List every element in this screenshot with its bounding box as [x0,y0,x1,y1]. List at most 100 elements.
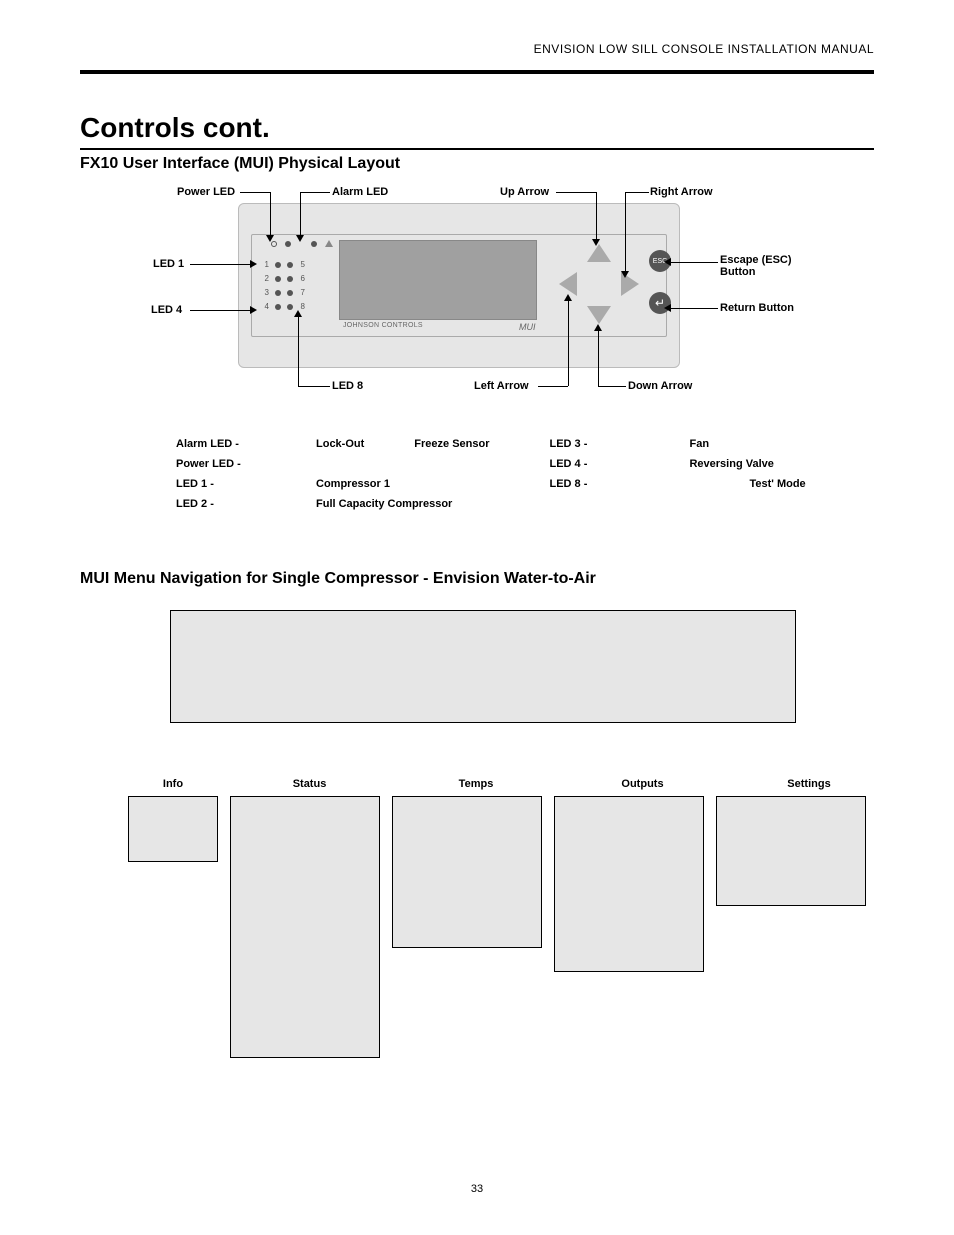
legend-value: Lock-Out [316,438,364,450]
up-arrow-icon[interactable] [587,244,611,262]
callout-line [598,330,599,386]
arrowhead-icon [664,304,671,312]
manual-header: ENVISION LOW SILL CONSOLE INSTALLATION M… [534,42,874,56]
section-title: Controls cont. [80,112,270,144]
nav-main-box [170,610,796,723]
menu-box-temps [392,796,542,948]
led-num: 1 [263,258,269,272]
legend-value: Reversing Valve [689,458,773,470]
legend-key: LED 8 - [549,478,639,490]
numbered-led-grid: 15 26 37 48 [263,258,305,314]
legend-key: LED 1 - [176,478,266,490]
legend-row: Alarm LED - Lock-Out Freeze Sensor [176,438,489,450]
header-rule [80,70,874,74]
callout-line [298,386,330,387]
legend-value: Fan [689,438,709,450]
brand-label: JOHNSON CONTROLS [343,322,423,329]
dpad [559,244,639,324]
callout-line [240,192,270,193]
arrowhead-icon [296,235,304,242]
callout-line [598,386,626,387]
arrowhead-icon [592,239,600,246]
callout-line [538,386,568,387]
callout-alarm-led: Alarm LED [332,186,388,198]
led-num: 5 [299,258,305,272]
callout-led1: LED 1 [153,258,184,270]
callout-line [670,262,718,263]
legend-key: Alarm LED - [176,438,266,450]
menu-boxes [128,796,884,1076]
arrowhead-icon [266,235,274,242]
callout-line [190,310,250,311]
led-num: 7 [299,286,305,300]
legend-value: Test' Mode [749,478,805,490]
led-num: 2 [263,272,269,286]
alarm-triangle-icon [325,240,333,247]
callout-line [670,308,718,309]
callout-line [298,316,299,386]
led-legend: Alarm LED - Lock-Out Freeze Sensor Power… [176,438,824,510]
callout-line [270,192,271,236]
led-num: 3 [263,286,269,300]
arrowhead-icon [250,306,257,314]
callout-line [625,192,626,272]
arrowhead-icon [664,258,671,266]
callout-led4: LED 4 [151,304,182,316]
callout-left-arrow: Left Arrow [474,380,529,392]
callout-line [556,192,596,193]
callout-led8: LED 8 [332,380,363,392]
callout-return: Return Button [720,302,794,314]
legend-key: Power LED - [176,458,266,470]
legend-value: Freeze Sensor [414,438,489,450]
callout-line [190,264,250,265]
legend-row: LED 8 - Test' Mode [549,478,805,490]
lcd-screen [339,240,537,320]
led-num: 4 [263,300,269,314]
callout-line [300,192,330,193]
legend-value: Compressor 1 [316,478,390,490]
callout-line [596,192,597,240]
legend-row: LED 1 - Compressor 1 [176,478,489,490]
arrowhead-icon [564,294,572,301]
legend-row: LED 4 - Reversing Valve [549,458,805,470]
menu-box-settings [716,796,866,906]
arrowhead-icon [621,271,629,278]
callout-power-led: Power LED [177,186,235,198]
mui-device-panel: 15 26 37 48 JOHNSON CONTROLS MUI ESC [238,203,680,368]
legend-row: Power LED - [176,458,489,470]
menu-box-outputs [554,796,704,972]
page-number: 33 [0,1183,954,1195]
callout-right-arrow: Right Arrow [650,186,713,198]
menu-label-outputs: Outputs [568,778,718,790]
mui-text: MUI [519,322,536,332]
alarm-led-dot-icon [311,241,317,247]
menu-label-status: Status [235,778,385,790]
legend-key: LED 4 - [549,458,639,470]
subsection-a: FX10 User Interface (MUI) Physical Layou… [80,155,400,173]
menu-box-status [230,796,380,1058]
callout-line [568,300,569,386]
callout-escape: Escape (ESC) Button [720,254,820,278]
subsection-b: MUI Menu Navigation for Single Compresso… [80,570,596,588]
callout-down-arrow: Down Arrow [628,380,692,392]
legend-key: LED 3 - [549,438,639,450]
callout-up-arrow: Up Arrow [500,186,549,198]
callout-line [300,192,301,236]
section-rule [80,148,874,150]
arrowhead-icon [594,324,602,331]
menu-label-temps: Temps [401,778,551,790]
legend-row: LED 2 - Full Capacity Compressor [176,498,489,510]
arrowhead-icon [294,310,302,317]
menu-box-info [128,796,218,862]
callout-line [625,192,649,193]
led-num: 6 [299,272,305,286]
legend-row: LED 3 - Fan [549,438,805,450]
menu-label-info: Info [128,778,218,790]
menu-labels-row: Info Status Temps Outputs Settings [128,778,884,790]
down-arrow-icon[interactable] [587,306,611,324]
menu-label-settings: Settings [734,778,884,790]
arrowhead-icon [250,260,257,268]
legend-key: LED 2 - [176,498,266,510]
legend-value: Full Capacity Compressor [316,498,452,510]
left-arrow-icon[interactable] [559,272,577,296]
